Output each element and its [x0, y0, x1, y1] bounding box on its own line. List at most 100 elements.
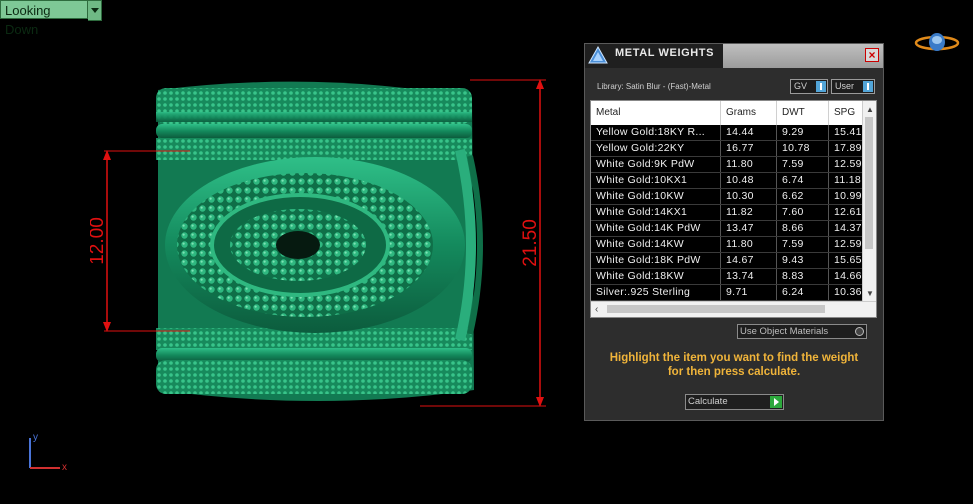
cell-grams: 11.82: [721, 205, 777, 220]
ring-model: [156, 81, 483, 401]
cell-spg: 10.99: [834, 190, 862, 202]
cell-metal: White Gold:18K PdW: [591, 253, 721, 268]
cell-dwt: 6.62: [777, 189, 829, 204]
cell-dwt: 10.78: [777, 141, 829, 156]
gv-toggle-knob: [816, 81, 826, 92]
chevron-down-icon[interactable]: ▼: [866, 289, 874, 298]
vertical-scroll-thumb[interactable]: [865, 117, 873, 249]
table-row[interactable]: White Gold:10KW 10.30 6.62 10.99: [591, 189, 863, 205]
view-dropdown[interactable]: Looking Down: [0, 0, 102, 37]
cell-dwt: 9.43: [777, 253, 829, 268]
metal-weights-table: Metal Grams DWT SPG Yellow Gold:18KY R..…: [590, 100, 877, 318]
metal-weights-panel: METAL WEIGHTS × Library: Satin Blur - (F…: [584, 43, 884, 421]
axis-y-label: y: [33, 432, 38, 443]
cell-dwt: 6.74: [777, 173, 829, 188]
user-toggle-label: User: [835, 81, 855, 91]
table-row[interactable]: White Gold:14KW 11.80 7.59 12.59: [591, 237, 863, 253]
instruction-text: Highlight the item you want to find the …: [595, 351, 873, 379]
chevron-down-icon[interactable]: [88, 0, 102, 21]
axis-indicator: y x: [29, 432, 67, 473]
cell-spg: 14.37: [834, 222, 862, 234]
cell-spg: 17.89: [834, 142, 862, 154]
panel-title-bar[interactable]: METAL WEIGHTS ×: [585, 44, 883, 68]
table-row[interactable]: White Gold:14K PdW 13.47 8.66 14.37: [591, 221, 863, 237]
cell-metal: White Gold:18KW: [591, 269, 721, 284]
horizontal-scroll-thumb[interactable]: [607, 305, 825, 313]
column-header-metal[interactable]: Metal: [591, 101, 721, 125]
cell-metal: White Gold:14KW: [591, 237, 721, 252]
cell-metal: White Gold:14K PdW: [591, 221, 721, 236]
chevron-left-icon[interactable]: ‹: [595, 304, 598, 315]
cell-metal: Yellow Gold:18KY R...: [591, 125, 721, 140]
cell-metal: White Gold:10KW: [591, 189, 721, 204]
panel-title-tab: METAL WEIGHTS: [585, 44, 723, 68]
cell-grams: 10.30: [721, 189, 777, 204]
gv-toggle-label: GV: [794, 81, 808, 91]
cell-dwt: 8.66: [777, 221, 829, 236]
cell-grams: 14.67: [721, 253, 777, 268]
vertical-scrollbar[interactable]: ▲ ▼: [862, 101, 876, 301]
dimension-left-label: 12.00: [90, 217, 108, 265]
user-toggle-knob: [863, 81, 873, 92]
panel-title: METAL WEIGHTS: [615, 47, 715, 59]
cell-grams: 16.77: [721, 141, 777, 156]
cell-dwt: 6.24: [777, 285, 829, 300]
cell-spg: 12.59: [834, 158, 862, 170]
radio-icon[interactable]: [855, 327, 864, 336]
cell-grams: 11.80: [721, 157, 777, 172]
gv-toggle[interactable]: GV: [790, 79, 828, 94]
dimension-right-label: 21.50: [520, 219, 541, 267]
table-row[interactable]: White Gold:10KX1 10.48 6.74 11.18: [591, 173, 863, 189]
table-row[interactable]: Silver:.925 Sterling 9.71 6.24 10.36: [591, 285, 863, 301]
cell-grams: 10.48: [721, 173, 777, 188]
column-header-grams[interactable]: Grams: [721, 101, 777, 125]
cell-spg: 15.65: [834, 254, 862, 266]
cell-dwt: 8.83: [777, 269, 829, 284]
cell-grams: 13.47: [721, 221, 777, 236]
instruction-line-2: for then press calculate.: [667, 366, 801, 378]
cell-spg: 14.66: [834, 270, 862, 282]
cell-spg: 15.41: [834, 126, 862, 138]
table-row[interactable]: White Gold:9K PdW 11.80 7.59 12.59: [591, 157, 863, 173]
horizontal-scrollbar[interactable]: ‹: [591, 301, 876, 317]
axis-x-label: x: [62, 462, 67, 473]
cell-grams: 13.74: [721, 269, 777, 284]
library-label: Library: Satin Blur - (Fast)-Metal: [597, 82, 711, 91]
table-row[interactable]: White Gold:18KW 13.74 8.83 14.66: [591, 269, 863, 285]
calculate-button[interactable]: Calculate: [685, 394, 784, 410]
cell-dwt: 7.59: [777, 237, 829, 252]
cell-metal: White Gold:9K PdW: [591, 157, 721, 172]
cell-spg: 12.59: [834, 238, 862, 250]
cell-spg: 12.61: [834, 206, 862, 218]
cell-dwt: 7.60: [777, 205, 829, 220]
table-row[interactable]: Yellow Gold:22KY 16.77 10.78 17.89: [591, 141, 863, 157]
cell-metal: White Gold:10KX1: [591, 173, 721, 188]
play-icon[interactable]: [770, 396, 782, 408]
use-object-materials-toggle[interactable]: Use Object Materials: [737, 324, 867, 339]
gem-scale-icon: [588, 45, 608, 64]
cell-dwt: 7.59: [777, 157, 829, 172]
use-object-materials-label: Use Object Materials: [740, 326, 829, 337]
view-dropdown-label: Looking Down: [0, 0, 88, 37]
chevron-up-icon[interactable]: ▲: [866, 105, 874, 114]
app-logo-icon: [914, 33, 960, 51]
table-row[interactable]: Yellow Gold:18KY R... 14.44 9.29 15.41: [591, 125, 863, 141]
cell-spg: 10.36: [834, 286, 862, 298]
close-button[interactable]: ×: [865, 48, 879, 62]
cell-metal: Yellow Gold:22KY: [591, 141, 721, 156]
cell-metal: Silver:.925 Sterling: [591, 285, 721, 300]
ring-model-viewport[interactable]: 12.00 21.50: [90, 60, 560, 420]
cell-dwt: 9.29: [777, 125, 829, 140]
user-toggle[interactable]: User: [831, 79, 875, 94]
column-header-spg[interactable]: SPG: [829, 101, 863, 125]
table-row[interactable]: White Gold:18K PdW 14.67 9.43 15.65: [591, 253, 863, 269]
table-row[interactable]: White Gold:14KX1 11.82 7.60 12.61: [591, 205, 863, 221]
cell-metal: White Gold:14KX1: [591, 205, 721, 220]
table-header: Metal Grams DWT SPG: [591, 101, 863, 125]
calculate-label: Calculate: [688, 396, 728, 407]
cell-grams: 11.80: [721, 237, 777, 252]
column-header-dwt[interactable]: DWT: [777, 101, 829, 125]
cell-spg: 11.18: [834, 174, 861, 186]
instruction-line-1: Highlight the item you want to find the …: [609, 352, 859, 364]
cell-grams: 14.44: [721, 125, 777, 140]
